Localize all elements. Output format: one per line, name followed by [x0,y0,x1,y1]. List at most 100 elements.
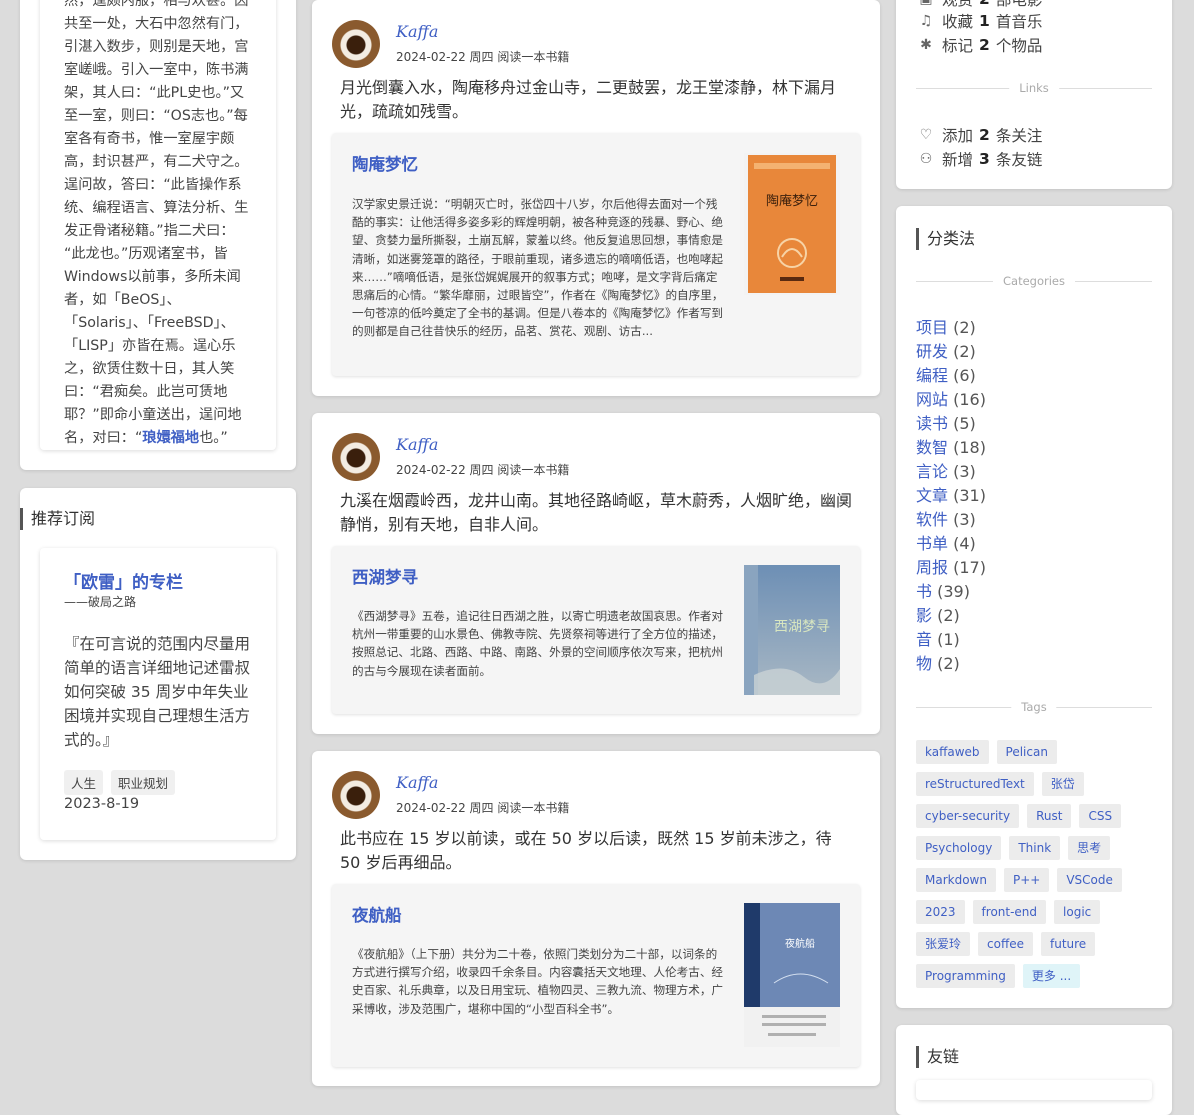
story-line: 者，如「BeOS」、 [64,292,181,308]
tag-link[interactable]: Markdown [916,868,996,892]
book-card[interactable]: 陶庵梦忆 汉学家史景迁说：“明朝灭亡时，张岱四十八岁，尔后他得去面对一个残酷的事… [332,133,860,376]
avatar[interactable] [332,433,380,481]
avatar[interactable] [332,771,380,819]
tag-link[interactable]: Rust [1027,804,1072,828]
tag-link[interactable]: P++ [1003,868,1050,892]
story-line: 耶？”即命小童送出，逞问地 [64,407,242,423]
book-title[interactable]: 夜航船 [352,902,402,926]
category-link[interactable]: 言论 [916,462,948,481]
stat-label: 收藏 [942,13,974,31]
post-meta: 2024-02-22 周四 阅读一本书籍 [396,50,570,64]
category-link[interactable]: 音 [916,630,932,649]
category-link[interactable]: 编程 [916,366,948,385]
book-cover-image[interactable]: 西湖梦寻 [744,565,840,695]
post-meta: 2024-02-22 周四 阅读一本书籍 [396,463,570,477]
stat-follow[interactable]: ♡ 添加 2 条关注 [916,124,1043,146]
category-list: 项目 (2) 研发 (2) 编程 (6) 网站 (16) 读书 (5) 数智 (18) 言论… [916,316,986,676]
stat-movies[interactable]: ▣ 观赏 2 部电影 [916,0,1042,10]
post-author[interactable]: Kaffa [396,22,438,41]
recommend-tag[interactable]: 人生 [64,770,104,795]
story-line: 名，对曰：“琅嬛福地也。” [64,427,256,450]
story-card: 然，逞颇内服，相与欢甚。因 共至一处，大石中忽然有门， 引湛入数步，则别是天地，宫室… [20,0,296,470]
tag-link[interactable]: front-end [972,900,1047,924]
book-cover-title: 陶庵梦忆 [766,193,818,209]
tag-link[interactable]: logic [1054,900,1101,924]
category-count: (16) [953,390,986,409]
tag-link[interactable]: 思考 [1068,836,1111,860]
book-cover-image[interactable]: 陶庵梦忆 [744,153,840,295]
links-divider: Links [916,81,1152,95]
tag-link[interactable]: VSCode [1057,868,1122,892]
recommend-item[interactable]: 「欧雷」的专栏 ——破局之路 『在可言说的范围内尽量用简单的语言详细地记述雷叔如… [40,548,276,840]
book-description: 汉学家史景迁说：“明朝灭亡时，张岱四十八岁，尔后他得去面对一个残酷的事实：让他活… [352,197,724,339]
recommend-tag[interactable]: 职业规划 [111,770,176,795]
book-card[interactable]: 西湖梦寻 《西湖梦寻》五卷，追记往日西湖之胜，以寄亡明遗老故国哀思。作者对杭州一… [332,546,860,714]
story-line: 逞问故，答曰：“此皆操作系 [64,177,242,193]
asterisk-icon: ✱ [920,37,932,53]
stat-label: 添加 [942,127,974,145]
avatar[interactable] [332,20,380,68]
book-title[interactable]: 西湖梦寻 [352,564,418,588]
category-link[interactable]: 影 [916,606,932,625]
story-line: 「LISP」亦皆在焉。逞心乐 [64,338,236,354]
category-link[interactable]: 研发 [916,342,948,361]
tag-link[interactable]: coffee [978,932,1033,956]
category-link[interactable]: 书 [916,582,932,601]
user-icon: ⚇ [919,151,933,167]
post-author[interactable]: Kaffa [396,773,438,792]
book-cover-title: 西湖梦寻 [774,619,830,635]
tag-link[interactable]: 2023 [916,900,965,924]
recommend-tags: 人生 职业规划 [64,770,176,795]
category-link[interactable]: 书单 [916,534,948,553]
category-item: 书 (39) [916,580,986,604]
post-meta: 2024-02-22 周四 阅读一本书籍 [396,801,570,815]
tag-link[interactable]: CSS [1079,804,1122,828]
stat-friends[interactable]: ⚇ 新增 3 条友链 [916,148,1043,170]
category-link[interactable]: 软件 [916,510,948,529]
category-item: 数智 (18) [916,436,986,460]
category-item: 影 (2) [916,604,986,628]
story-link[interactable]: 琅嬛福地 [142,430,199,446]
story-line: 架，其人曰：“此PL史也。”又 [64,85,245,101]
tag-link[interactable]: cyber-security [916,804,1020,828]
category-link[interactable]: 数智 [916,438,948,457]
stat-count: 2 [979,0,990,8]
tag-link[interactable]: Programming [916,964,1015,988]
category-link[interactable]: 周报 [916,558,948,577]
more-tags-link[interactable]: 更多 ... [1022,964,1081,988]
tag-link[interactable]: reStructuredText [916,772,1034,796]
story-tail: 也。” [199,430,228,446]
stat-unit: 条关注 [995,127,1043,145]
tag-link[interactable]: Pelican [996,740,1057,764]
category-count: (1) [937,630,960,649]
book-card[interactable]: 夜航船 《夜航船》（上下册）共分为二十卷，依照门类划分为二十部，以词条的方式进行… [332,884,860,1067]
tag-link[interactable]: kaffaweb [916,740,989,764]
categories-label: Categories [993,274,1075,288]
post-card: Kaffa 2024-02-22 周四 阅读一本书籍 此书应在 15 岁以前读，… [312,751,880,1086]
tag-link[interactable]: future [1041,932,1096,956]
story-line: 高，封识甚严，有二犬守之。 [64,154,249,170]
post-card: Kaffa 2024-02-22 周四 阅读一本书籍 九溪在烟霞岭西，龙井山南。… [312,413,880,734]
category-link[interactable]: 读书 [916,414,948,433]
category-count: (2) [937,606,960,625]
category-link[interactable]: 网站 [916,390,948,409]
book-cover-image[interactable]: 夜航船 [744,903,840,1047]
tag-link[interactable]: Psychology [916,836,1002,860]
stat-music[interactable]: ♫ 收藏 1 首音乐 [916,10,1043,32]
stat-count: 2 [979,126,990,144]
category-link[interactable]: 项目 [916,318,948,337]
tag-link[interactable]: 张爱玲 [916,932,971,956]
tag-link[interactable]: Think [1009,836,1061,860]
category-link[interactable]: 文章 [916,486,948,505]
book-title[interactable]: 陶庵梦忆 [352,151,418,175]
tag-link[interactable]: 张岱 [1041,772,1084,796]
category-count: (4) [953,534,976,553]
recommend-name[interactable]: 「欧雷」的专栏 [64,568,183,593]
post-author[interactable]: Kaffa [396,435,438,454]
category-link[interactable]: 物 [916,654,932,673]
stat-items[interactable]: ✱ 标记 2 个物品 [916,34,1042,56]
story-inner: 然，逞颇内服，相与欢甚。因 共至一处，大石中忽然有门， 引湛入数步，则别是天地，宫室… [40,0,276,450]
recommend-date: 2023-8-19 [64,796,140,812]
category-count: (18) [953,438,986,457]
story-line: Windows以前事，多所未闻 [64,269,241,285]
